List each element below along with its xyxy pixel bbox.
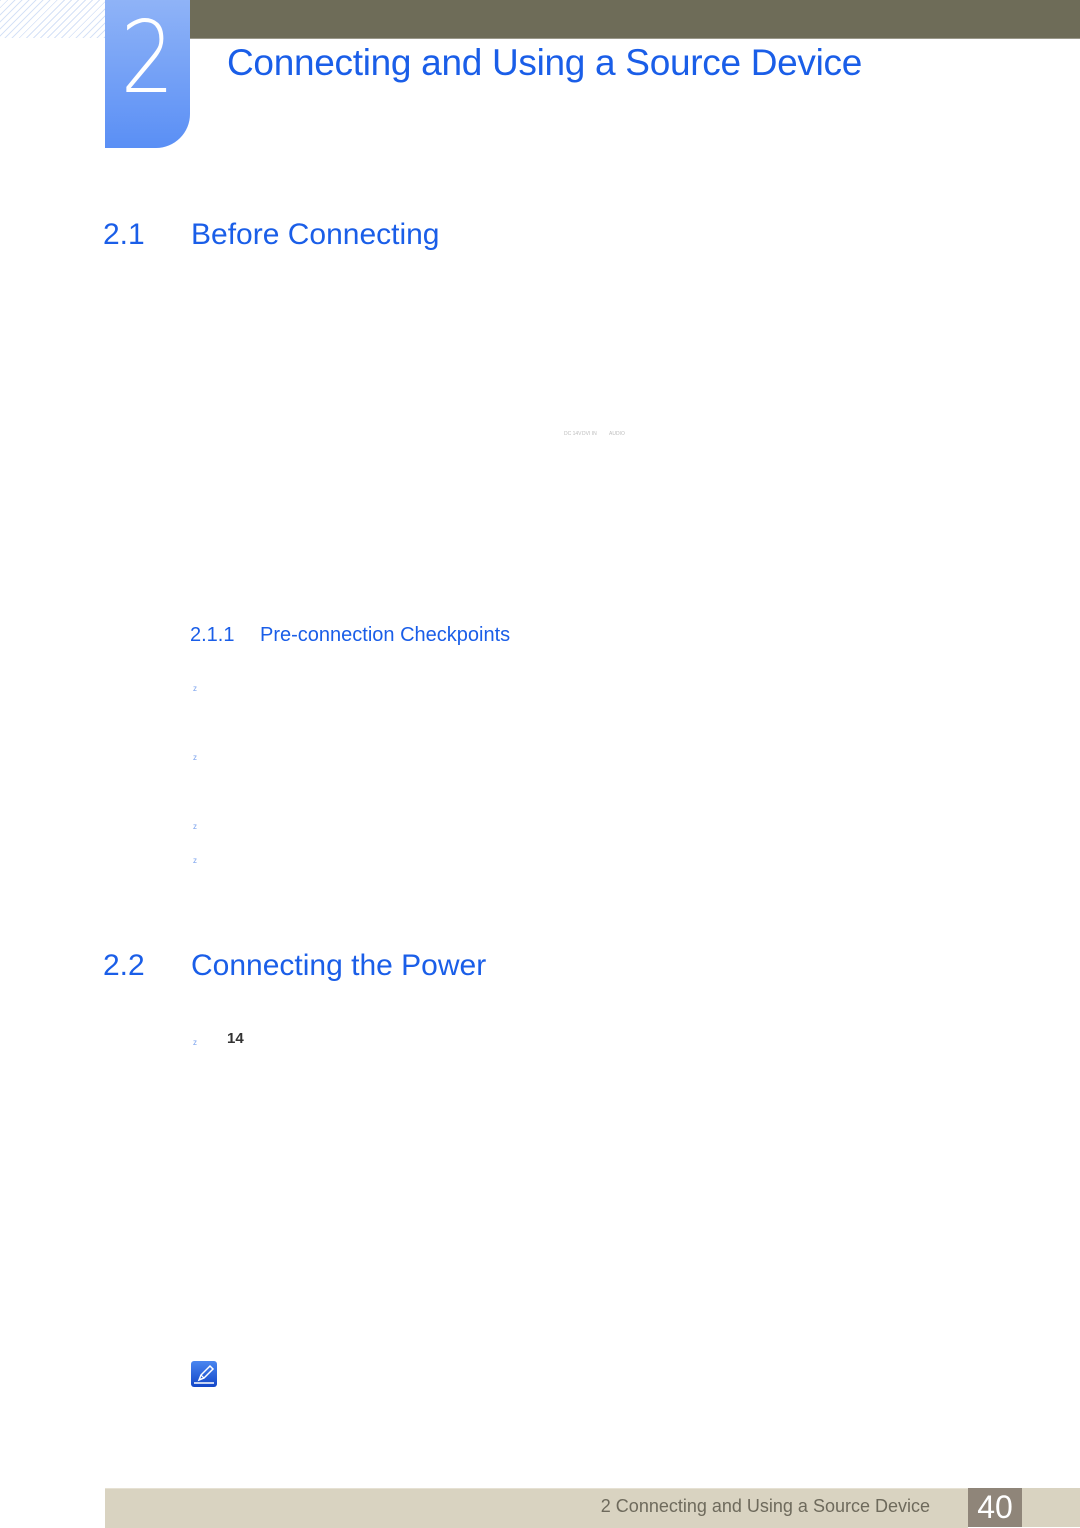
section-title: Connecting the Power: [191, 949, 487, 982]
subsection-title: Pre-connection Checkpoints: [260, 624, 511, 646]
section-number: 2.1: [103, 218, 145, 251]
bullet-marker: z: [193, 684, 197, 693]
power-item-number: 14: [227, 1030, 244, 1047]
subsection-heading: 2.1.1 Pre-connection Checkpoints: [190, 624, 510, 647]
diagram-label: DVI IN: [582, 431, 597, 437]
section-number: 2.2: [103, 949, 145, 982]
chapter-tab: 2: [105, 0, 190, 148]
section-title: Before Connecting: [191, 218, 440, 251]
diagram-label: DC 14V: [564, 431, 582, 437]
chapter-number: 2: [120, 0, 175, 116]
footer-chapter-label: 2 Connecting and Using a Source Device: [600, 1496, 930, 1516]
note-pencil-icon: [191, 1361, 217, 1387]
page-number: 40: [968, 1488, 1022, 1527]
footer-bar: 2 Connecting and Using a Source Device: [105, 1488, 968, 1528]
header-bar: [190, 0, 1080, 39]
section-heading: 2.2 Connecting the Power: [103, 949, 486, 983]
bullet-marker: z: [193, 856, 197, 865]
footer-bar-end: [1022, 1488, 1080, 1527]
bullet-marker: z: [193, 1038, 197, 1047]
subsection-number: 2.1.1: [190, 624, 235, 646]
section-heading: 2.1 Before Connecting: [103, 218, 440, 252]
bullet-marker: z: [193, 753, 197, 762]
diagram-label: AUDIO: [609, 431, 625, 437]
header-hatch-decoration: [0, 0, 105, 38]
bullet-marker: z: [193, 822, 197, 831]
chapter-title: Connecting and Using a Source Device: [227, 42, 863, 83]
